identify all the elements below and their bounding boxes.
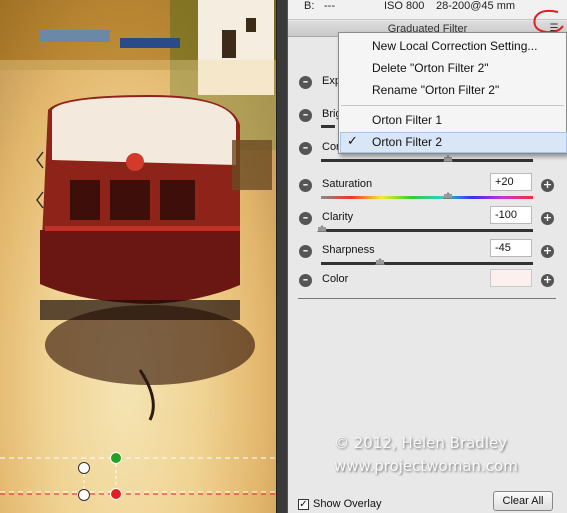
clarity-row: – Clarity -100 + — [288, 206, 567, 242]
saturation-track[interactable] — [321, 196, 533, 199]
menu-item-rename[interactable]: Rename "Orton Filter 2" — [339, 80, 566, 101]
show-overlay-label: Show Overlay — [313, 498, 382, 510]
color-label: Color — [322, 273, 349, 285]
show-overlay-checkbox[interactable]: ✓ — [298, 499, 309, 510]
sharpness-minus-button[interactable]: – — [299, 245, 312, 258]
sharpness-label: Sharpness — [322, 244, 375, 256]
menu-item-delete[interactable]: Delete "Orton Filter 2" — [339, 58, 566, 79]
brightness-minus-button[interactable]: – — [299, 109, 312, 122]
filter-pin-green[interactable] — [110, 452, 122, 464]
saturation-plus-button[interactable]: + — [541, 179, 554, 192]
filter-pin-white-top[interactable] — [78, 462, 90, 474]
saturation-row: – Saturation +20 + — [288, 173, 567, 209]
photo-preview[interactable] — [0, 0, 278, 513]
lens-value: 28-200@45 mm — [436, 0, 516, 12]
b-label: B: — [304, 0, 315, 12]
clarity-thumb[interactable] — [317, 225, 327, 232]
menu-separator — [341, 105, 564, 106]
clear-all-button[interactable]: Clear All — [493, 491, 553, 511]
watermark-copyright: © 2012, Helen Bradley — [334, 434, 508, 452]
bottom-bar: ✓ Show Overlay Clear All — [288, 491, 567, 513]
b-value: --- — [324, 0, 335, 12]
local-correction-menu: New Local Correction Setting... Delete "… — [338, 32, 567, 154]
saturation-thumb[interactable] — [443, 192, 453, 199]
checkmark-icon: ✓ — [347, 134, 358, 149]
camera-info-strip: B: --- ISO 800 28-200@45 mm — [288, 0, 567, 20]
contrast-minus-button[interactable]: – — [299, 142, 312, 155]
filter-pin-red[interactable] — [110, 488, 122, 500]
clarity-track[interactable] — [321, 229, 533, 232]
saturation-value[interactable]: +20 — [490, 173, 532, 191]
panel-divider — [276, 0, 288, 513]
filter-pins — [78, 452, 122, 501]
clarity-label: Clarity — [322, 211, 354, 223]
saturation-minus-button[interactable]: – — [299, 179, 312, 192]
exposure-minus-button[interactable]: – — [299, 76, 312, 89]
color-swatch[interactable] — [490, 269, 532, 287]
color-plus-button[interactable]: + — [541, 274, 554, 287]
brightness-track[interactable] — [321, 125, 335, 128]
sharpness-plus-button[interactable]: + — [541, 245, 554, 258]
sharpness-thumb[interactable] — [375, 258, 385, 265]
saturation-label: Saturation — [322, 178, 373, 190]
contrast-track[interactable] — [321, 159, 533, 162]
contrast-thumb[interactable] — [443, 155, 453, 162]
menu-item-new-setting[interactable]: New Local Correction Setting... — [339, 36, 566, 57]
clarity-value[interactable]: -100 — [490, 206, 532, 224]
filter-pin-white-bottom[interactable] — [78, 489, 90, 501]
menu-item-orton-filter-1[interactable]: Orton Filter 1 — [339, 110, 566, 131]
clarity-minus-button[interactable]: – — [299, 212, 312, 225]
watermark-url: www.projectwoman.com — [334, 457, 518, 475]
camera-raw-window: B: --- ISO 800 28-200@45 mm Graduated Fi… — [0, 0, 567, 513]
color-minus-button[interactable]: – — [299, 274, 312, 287]
menu-item-orton-filter-2[interactable]: Orton Filter 2 — [339, 132, 566, 153]
sharpness-track[interactable] — [321, 262, 533, 265]
iso-value: ISO 800 — [384, 0, 425, 12]
chevron-left-icon — [36, 151, 44, 209]
clarity-plus-button[interactable]: + — [541, 212, 554, 225]
sharpness-value[interactable]: -45 — [490, 239, 532, 257]
section-divider — [298, 298, 556, 299]
